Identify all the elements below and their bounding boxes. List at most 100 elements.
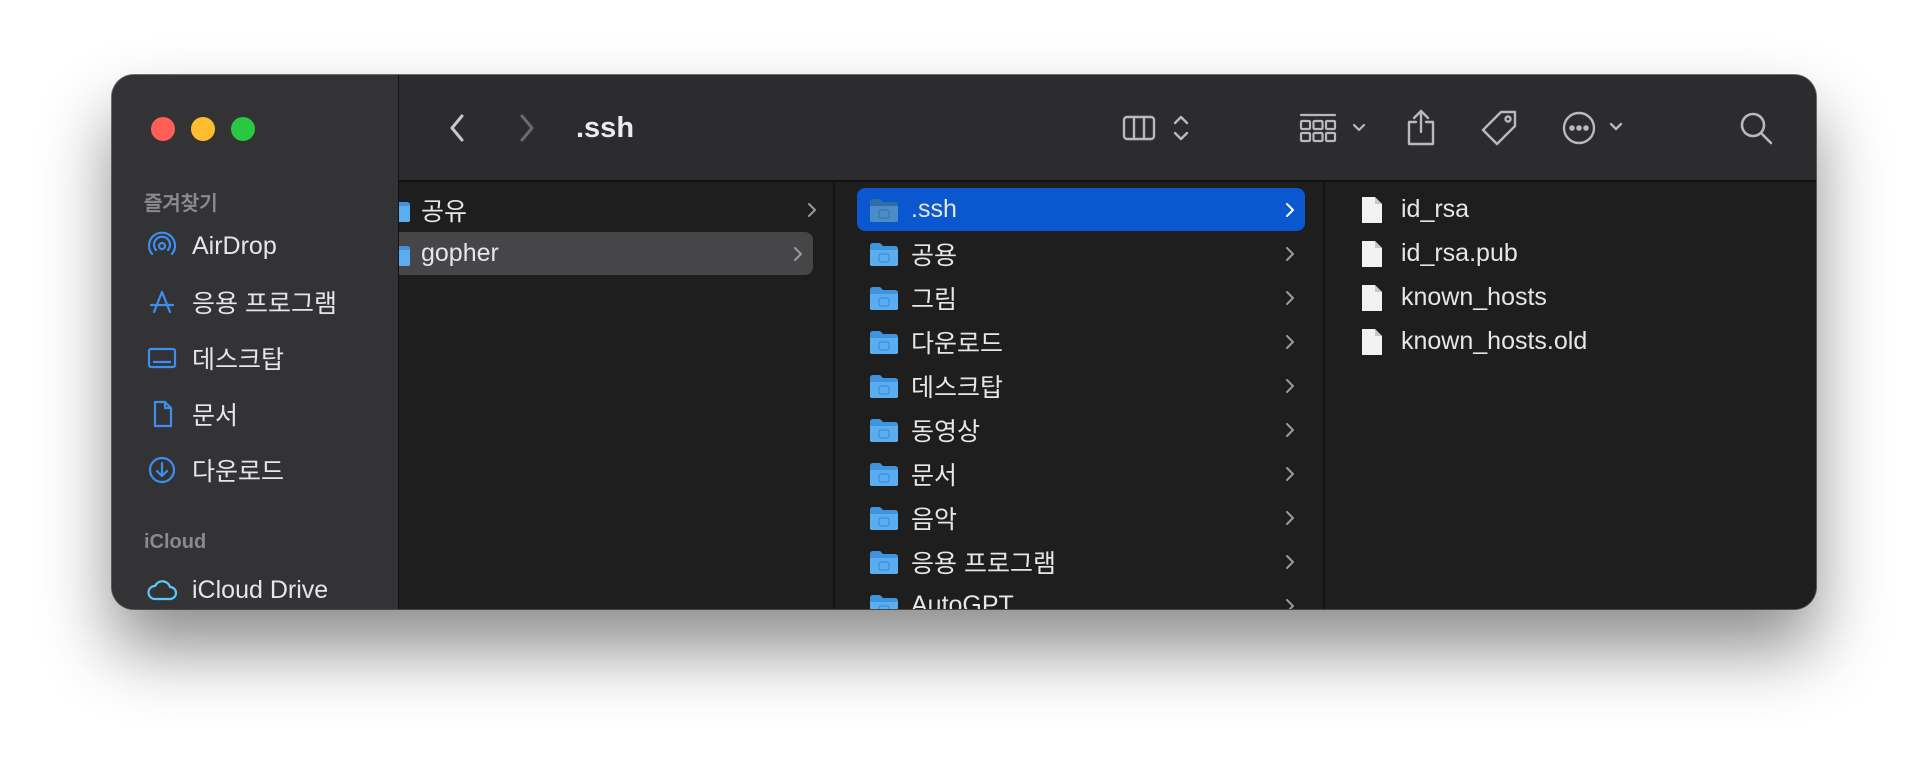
column-view-icon bbox=[1122, 115, 1189, 141]
column-3[interactable]: id_rsa id_rsa.pub known_hosts known_host… bbox=[1325, 182, 1816, 609]
folder-icon bbox=[870, 506, 898, 530]
airdrop-icon bbox=[146, 230, 178, 262]
chevron-right-icon bbox=[1285, 452, 1295, 495]
chevron-right-icon bbox=[1285, 408, 1295, 451]
share-button[interactable] bbox=[1399, 105, 1443, 151]
list-item-label: 데스크탑 bbox=[911, 373, 1004, 402]
sidebar-item-applications[interactable]: 응용 프로그램 bbox=[146, 282, 386, 322]
folder-icon bbox=[870, 594, 898, 609]
search-icon bbox=[1740, 112, 1773, 145]
group-button[interactable] bbox=[1296, 105, 1372, 151]
column-browser: 공유 gopher .ssh 공용 그림 다운로드 데스크탑 동영상 문서 음악… bbox=[399, 182, 1816, 609]
file-item-label: known_hosts.old bbox=[1401, 327, 1588, 355]
chevron-right-icon bbox=[1285, 496, 1295, 539]
chevron-right-icon bbox=[1285, 364, 1295, 407]
chevron-right-icon bbox=[1285, 540, 1295, 583]
list-item-label: gopher bbox=[421, 239, 499, 267]
chevron-right-icon bbox=[1285, 232, 1295, 275]
tag-button[interactable] bbox=[1477, 105, 1521, 151]
chevron-right-icon bbox=[520, 114, 534, 142]
toolbar: .ssh bbox=[399, 75, 1816, 182]
view-mode-button[interactable] bbox=[1119, 105, 1199, 151]
file-item-label: known_hosts bbox=[1401, 283, 1547, 311]
list-item-label: AutoGPT bbox=[911, 591, 1014, 609]
list-item[interactable]: 음악 bbox=[857, 496, 1305, 539]
file-item-label: id_rsa.pub bbox=[1401, 239, 1518, 267]
list-item-label: 응용 프로그램 bbox=[911, 549, 1056, 578]
grid-group-icon bbox=[1299, 113, 1366, 143]
sidebar-item-desktop[interactable]: 데스크탑 bbox=[146, 338, 386, 378]
zoom-button[interactable] bbox=[231, 117, 255, 141]
sidebar-item-downloads[interactable]: 다운로드 bbox=[146, 450, 386, 490]
forward-button[interactable] bbox=[509, 105, 545, 151]
file-item[interactable]: id_rsa bbox=[1361, 188, 1816, 231]
file-item-label: id_rsa bbox=[1401, 195, 1470, 223]
sidebar-item-documents[interactable]: 문서 bbox=[146, 394, 386, 434]
folder-icon bbox=[399, 245, 410, 266]
sidebar: 즐겨찾기 AirDrop 응용 프로그램 데스크탑 문서 다운로드 iCloud… bbox=[112, 75, 399, 609]
applications-icon bbox=[146, 286, 178, 318]
folder-icon bbox=[870, 330, 898, 354]
main-area: .ssh 공유 gopher .ssh 공용 그림 다운로드 데스크탑 동영상 … bbox=[399, 75, 1816, 609]
window-title: .ssh bbox=[576, 112, 635, 144]
list-item-label: 동영상 bbox=[911, 417, 981, 446]
file-item[interactable]: id_rsa.pub bbox=[1361, 232, 1816, 275]
folder-icon bbox=[870, 550, 898, 574]
file-item[interactable]: known_hosts.old bbox=[1361, 320, 1816, 363]
sidebar-item-label: 다운로드 bbox=[192, 458, 285, 486]
sidebar-item-label: AirDrop bbox=[192, 231, 277, 260]
chevron-left-icon bbox=[450, 114, 464, 142]
column-1[interactable]: 공유 gopher bbox=[399, 182, 835, 609]
back-button[interactable] bbox=[439, 105, 475, 151]
file-icon bbox=[1362, 328, 1382, 355]
sidebar-item-label: iCloud Drive bbox=[192, 575, 329, 604]
list-item[interactable]: .ssh bbox=[857, 188, 1305, 231]
list-item[interactable]: 데스크탑 bbox=[857, 364, 1305, 407]
sidebar-item-label: 데스크탑 bbox=[192, 346, 285, 374]
list-item-label: 음악 bbox=[911, 505, 958, 534]
search-button[interactable] bbox=[1734, 105, 1778, 151]
sidebar-item-airdrop[interactable]: AirDrop bbox=[146, 226, 386, 266]
list-item[interactable]: 그림 bbox=[857, 276, 1305, 319]
sidebar-item-label: 문서 bbox=[192, 402, 239, 430]
file-icon bbox=[1362, 240, 1382, 267]
tag-icon bbox=[1481, 110, 1517, 146]
more-actions-button[interactable] bbox=[1559, 105, 1635, 151]
list-item[interactable]: 다운로드 bbox=[857, 320, 1305, 363]
chevron-right-icon bbox=[1285, 276, 1295, 319]
file-item[interactable]: known_hosts bbox=[1361, 276, 1816, 319]
list-item[interactable]: 응용 프로그램 bbox=[857, 540, 1305, 583]
folder-icon bbox=[870, 242, 898, 266]
list-item[interactable]: AutoGPT bbox=[857, 584, 1305, 609]
folder-icon bbox=[870, 198, 898, 222]
chevron-right-icon bbox=[1285, 584, 1295, 609]
chevron-right-icon bbox=[1285, 188, 1295, 231]
list-item-label: 그림 bbox=[911, 285, 958, 314]
list-item-label: 공용 bbox=[911, 241, 958, 270]
list-item[interactable]: 공유 bbox=[399, 188, 827, 231]
chevron-right-icon bbox=[793, 232, 803, 275]
close-button[interactable] bbox=[151, 117, 175, 141]
download-icon bbox=[146, 454, 178, 486]
file-icon bbox=[1362, 196, 1382, 223]
chevron-right-icon bbox=[1285, 320, 1295, 363]
desktop-icon bbox=[146, 342, 178, 374]
sidebar-section-favorites: 즐겨찾기 bbox=[144, 193, 218, 215]
list-item-label: .ssh bbox=[911, 195, 957, 223]
sidebar-item-icloud-drive[interactable]: iCloud Drive bbox=[146, 570, 386, 609]
folder-icon bbox=[870, 286, 898, 310]
sidebar-section-icloud: iCloud bbox=[144, 531, 207, 553]
folder-icon bbox=[870, 374, 898, 398]
column-2[interactable]: .ssh 공용 그림 다운로드 데스크탑 동영상 문서 음악 응용 프로그램 A… bbox=[835, 182, 1325, 609]
chevron-right-icon bbox=[807, 188, 817, 231]
list-item[interactable]: 문서 bbox=[857, 452, 1305, 495]
folder-icon bbox=[399, 201, 410, 222]
list-item[interactable]: 동영상 bbox=[857, 408, 1305, 451]
folder-icon bbox=[870, 418, 898, 442]
list-item[interactable]: gopher bbox=[399, 232, 813, 275]
folder-icon bbox=[870, 462, 898, 486]
cloud-icon bbox=[146, 574, 178, 606]
list-item[interactable]: 공용 bbox=[857, 232, 1305, 275]
minimize-button[interactable] bbox=[191, 117, 215, 141]
list-item-label: 문서 bbox=[911, 461, 958, 490]
